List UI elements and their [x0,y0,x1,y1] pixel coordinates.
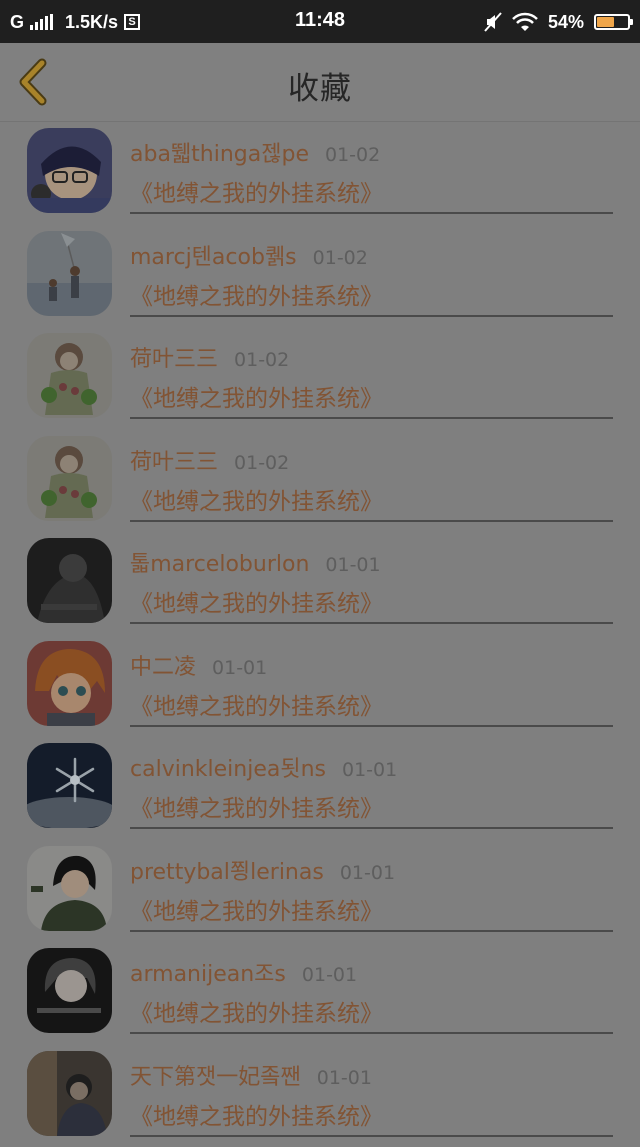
name-line: aba뛟thinga젢pe 01-02 [130,136,610,168]
list-item[interactable]: 톫marceloburlon 01-01 《地缚之我的外挂系统》 [0,532,640,635]
divider [130,520,613,522]
date: 01-01 [212,657,267,679]
avatar [27,231,112,316]
date: 01-02 [313,247,368,269]
list-item[interactable]: 天下第잿一妃좈짼 01-01 《地缚之我的外挂系统》 [0,1045,640,1147]
name-line: 荷叶三三 01-02 [130,341,610,373]
divider [130,1135,613,1137]
title-bar: 收藏 [0,43,640,122]
divider [130,417,613,419]
avatar [27,128,112,213]
divider [130,315,613,317]
wifi-icon [512,12,538,32]
date: 01-01 [317,1067,372,1089]
list-item[interactable]: 荷叶三三 01-02 《地缚之我的外挂系统》 [0,327,640,430]
avatar [27,436,112,521]
status-right: 54% [484,9,630,35]
avatar [27,948,112,1033]
favorites-list: aba뛟thinga젢pe 01-02 《地缚之我的外挂系统》 marcj텐ac… [0,122,640,1147]
book-title: 《地缚之我的外挂系统》 [130,482,383,516]
page-title: 收藏 [0,63,640,108]
avatar [27,538,112,623]
battery-icon [594,14,630,30]
book-title: 《地缚之我的外挂系统》 [130,1097,383,1131]
list-item[interactable]: 中二凌 01-01 《地缚之我的外挂系统》 [0,635,640,738]
list-item[interactable]: prettybal쬥lerinas 01-01 《地缚之我的外挂系统》 [0,840,640,943]
avatar [27,846,112,931]
status-bar: G 1.5K/s S 11:48 54% [0,0,640,43]
user-name: aba뛟thinga젢pe [130,136,309,168]
user-name: 톫marceloburlon [130,546,309,578]
user-name: 荷叶三三 [130,444,218,476]
date: 01-02 [234,452,289,474]
date: 01-01 [325,554,380,576]
book-title: 《地缚之我的外挂系统》 [130,277,383,311]
battery-fill [597,17,614,27]
user-name: prettybal쬥lerinas [130,854,324,886]
avatar [27,641,112,726]
battery-percent: 54% [548,12,584,33]
divider [130,212,613,214]
name-line: 荷叶三三 01-02 [130,444,610,476]
user-name: marcj텐acob퀡s [130,239,297,271]
user-name: calvinkleinjea됫ns [130,751,326,783]
user-name: armanijean조s [130,956,286,988]
name-line: calvinkleinjea됫ns 01-01 [130,751,610,783]
divider [130,930,613,932]
name-line: 中二凌 01-01 [130,649,610,681]
list-item[interactable]: marcj텐acob퀡s 01-02 《地缚之我的外挂系统》 [0,225,640,328]
book-title: 《地缚之我的外挂系统》 [130,174,383,208]
book-title: 《地缚之我的外挂系统》 [130,687,383,721]
mute-icon [484,12,502,32]
divider [130,622,613,624]
user-name: 荷叶三三 [130,341,218,373]
avatar [27,333,112,418]
divider [130,1032,613,1034]
avatar [27,743,112,828]
date: 01-01 [302,964,357,986]
name-line: marcj텐acob퀡s 01-02 [130,239,610,271]
user-name: 天下第잿一妃좈짼 [130,1059,301,1091]
date: 01-01 [342,759,397,781]
name-line: 天下第잿一妃좈짼 01-01 [130,1059,610,1091]
list-item[interactable]: calvinkleinjea됫ns 01-01 《地缚之我的外挂系统》 [0,737,640,840]
user-name: 中二凌 [130,649,196,681]
book-title: 《地缚之我的外挂系统》 [130,584,383,618]
book-title: 《地缚之我的外挂系统》 [130,892,383,926]
avatar [27,1051,112,1136]
book-title: 《地缚之我的外挂系统》 [130,379,383,413]
date: 01-02 [234,349,289,371]
name-line: armanijean조s 01-01 [130,956,610,988]
list-item[interactable]: armanijean조s 01-01 《地缚之我的外挂系统》 [0,942,640,1045]
name-line: prettybal쬥lerinas 01-01 [130,854,610,886]
divider [130,725,613,727]
list-item[interactable]: 荷叶三三 01-02 《地缚之我的外挂系统》 [0,430,640,533]
date: 01-01 [340,862,395,884]
list-item[interactable]: aba뛟thinga젢pe 01-02 《地缚之我的外挂系统》 [0,122,640,225]
book-title: 《地缚之我的外挂系统》 [130,789,383,823]
name-line: 톫marceloburlon 01-01 [130,546,610,578]
divider [130,827,613,829]
date: 01-02 [325,144,380,166]
book-title: 《地缚之我的外挂系统》 [130,994,383,1028]
